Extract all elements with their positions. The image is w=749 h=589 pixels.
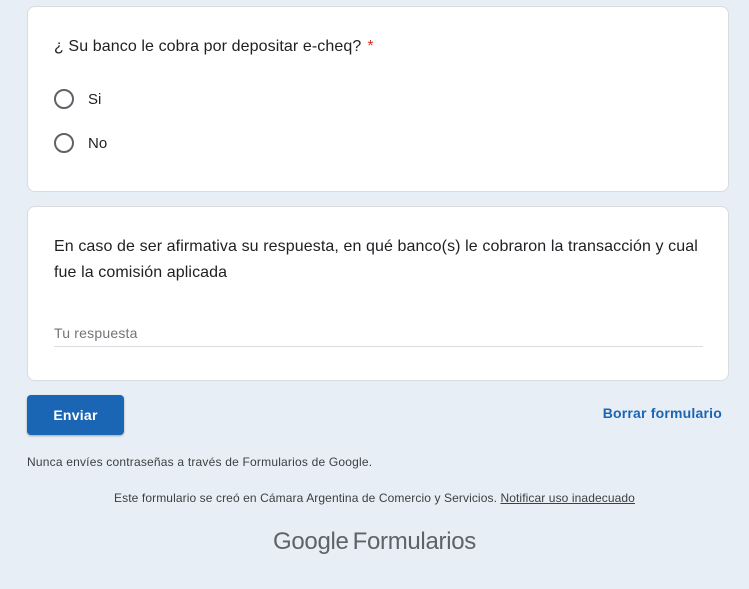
radio-option-label: Si xyxy=(88,90,102,108)
radio-button-icon[interactable] xyxy=(54,133,74,153)
question-title: En caso de ser afirmativa su respuesta, … xyxy=(54,238,698,281)
radio-option-si[interactable]: Si xyxy=(54,87,101,111)
question-card-bank-details: En caso de ser afirmativa su respuesta, … xyxy=(27,206,729,381)
question-title-text: ¿ Su banco le cobra por depositar e-cheq… xyxy=(54,38,362,55)
report-abuse-link[interactable]: Notificar uso inadecuado xyxy=(500,491,634,505)
footer-note: Este formulario se creó en Cámara Argent… xyxy=(0,491,749,505)
forms-wordmark: Formularios xyxy=(352,528,477,555)
required-asterisk: * xyxy=(367,38,374,55)
radio-option-no[interactable]: No xyxy=(54,131,107,155)
question-card-deposit-fee: ¿ Su banco le cobra por depositar e-cheq… xyxy=(27,6,729,192)
password-warning: Nunca envíes contraseñas a través de For… xyxy=(27,455,373,469)
clear-form-link[interactable]: Borrar formulario xyxy=(603,405,722,421)
question-title: ¿ Su banco le cobra por depositar e-cheq… xyxy=(54,34,374,60)
google-wordmark: Google xyxy=(273,528,349,555)
answer-input[interactable] xyxy=(54,319,703,347)
created-in-text: Este formulario se creó en Cámara Argent… xyxy=(114,491,498,505)
radio-option-label: No xyxy=(88,134,108,152)
submit-button[interactable]: Enviar xyxy=(27,395,124,435)
google-forms-logo[interactable]: Google Formularios xyxy=(0,528,749,556)
radio-button-icon[interactable] xyxy=(54,89,74,109)
